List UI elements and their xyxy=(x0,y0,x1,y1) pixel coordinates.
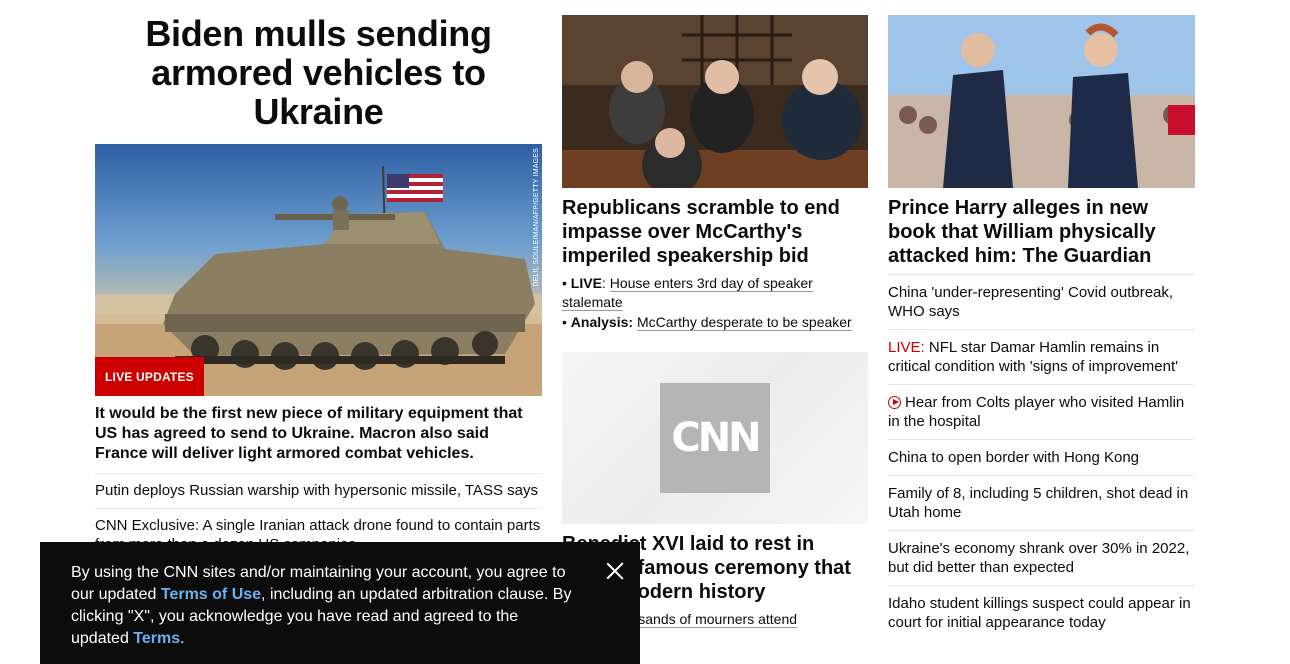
middle-headline[interactable]: Republicans scramble to end impasse over… xyxy=(562,196,868,268)
image-credit: DELIL SOULEIMAN/AFP/GETTY IMAGES xyxy=(533,148,540,287)
cnn-placeholder-image[interactable]: CNN xyxy=(562,352,868,524)
terms-consent-banner: By using the CNN sites and/or maintainin… xyxy=(40,542,640,664)
list-item[interactable]: Ukraine's economy shrank over 30% in 202… xyxy=(888,530,1195,585)
story-text[interactable]: Idaho student killings suspect could app… xyxy=(888,595,1191,631)
consent-text: . xyxy=(180,630,185,647)
right-headline[interactable]: Prince Harry alleges in new book that Wi… xyxy=(888,196,1195,268)
cnn-logo-icon: CNN xyxy=(660,383,770,493)
list-item[interactable]: Family of 8, including 5 children, shot … xyxy=(888,475,1195,530)
story-text[interactable]: China 'under-representing' Covid outbrea… xyxy=(888,284,1173,320)
list-item[interactable]: China 'under-representing' Covid outbrea… xyxy=(888,274,1195,329)
royals-photo[interactable] xyxy=(888,15,1195,188)
right-column: Prince Harry alleges in new book that Wi… xyxy=(888,15,1195,640)
list-item[interactable]: Putin deploys Russian warship with hyper… xyxy=(95,473,542,508)
bullet-label: Analysis: xyxy=(570,314,634,330)
story-text[interactable]: Ukraine's economy shrank over 30% in 202… xyxy=(888,540,1189,576)
bullet-analysis[interactable]: • Analysis: McCarthy desperate to be spe… xyxy=(562,313,868,332)
story-text[interactable]: NFL star Damar Hamlin remains in critica… xyxy=(888,339,1178,375)
story-text[interactable]: Family of 8, including 5 children, shot … xyxy=(888,485,1188,521)
congress-photo[interactable] xyxy=(562,15,868,188)
lead-story: Biden mulls sending armored vehicles to … xyxy=(95,14,542,562)
middle-column: Republicans scramble to end impasse over… xyxy=(562,15,868,629)
close-icon[interactable] xyxy=(604,560,626,582)
bullet-separator: : xyxy=(601,275,610,291)
live-updates-badge[interactable]: LIVE UPDATES xyxy=(95,357,204,396)
lead-headline[interactable]: Biden mulls sending armored vehicles to … xyxy=(95,14,542,131)
list-item[interactable]: Hear from Colts player who visited Hamli… xyxy=(888,384,1195,439)
bullet-label: LIVE xyxy=(570,275,602,291)
list-item[interactable]: China to open border with Hong Kong xyxy=(888,439,1195,475)
list-item[interactable]: Idaho student killings suspect could app… xyxy=(888,585,1195,640)
terms-of-use-link[interactable]: Terms of Use xyxy=(161,586,261,603)
bullet-live[interactable]: • LIVE: House enters 3rd day of speaker … xyxy=(562,274,868,312)
live-label: LIVE: xyxy=(888,339,925,356)
royals-photo-illustration xyxy=(888,15,1195,188)
right-story-list: China 'under-representing' Covid outbrea… xyxy=(888,274,1195,640)
story-text[interactable]: China to open border with Hong Kong xyxy=(888,449,1139,466)
bullet-text[interactable]: McCarthy desperate to be speaker xyxy=(636,314,852,331)
story-text[interactable]: Hear from Colts player who visited Hamli… xyxy=(888,394,1184,430)
list-item[interactable]: LIVE: NFL star Damar Hamlin remains in c… xyxy=(888,329,1195,384)
terms-link[interactable]: Terms xyxy=(133,630,180,647)
congress-photo-illustration xyxy=(562,15,868,188)
play-icon xyxy=(888,396,901,409)
lead-image[interactable]: DELIL SOULEIMAN/AFP/GETTY IMAGES LIVE UP… xyxy=(95,144,542,396)
lead-description[interactable]: It would be the first new piece of milit… xyxy=(95,404,542,464)
